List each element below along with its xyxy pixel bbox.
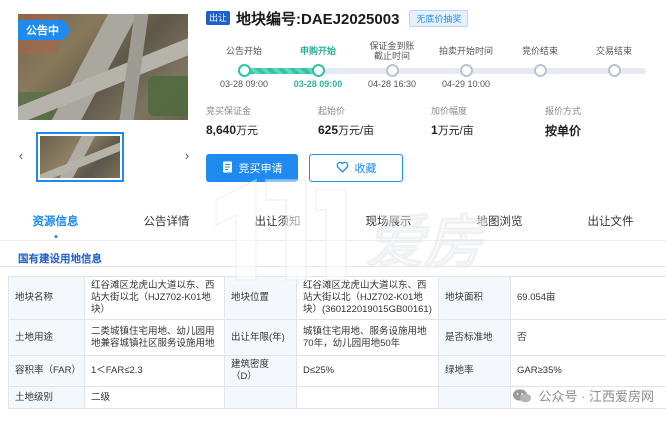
timeline-step-date: 04-29 10:00 [441,79,491,89]
timeline-step-label: 保证金到账 截止时间 [369,41,415,61]
tab-resource-info[interactable]: 资源信息 [0,210,111,240]
table-key-cell: 土地用途 [8,319,85,356]
lot-header: 出让 地块编号:DAEJ2025003 无底价抽奖 [206,9,469,28]
table-key-cell [438,386,511,409]
table-value-cell: 红谷滩区龙虎山大道以东、西站大街以北（HJZ702-K01地块） [84,276,225,320]
reserve-tag: 无底价抽奖 [409,9,469,27]
section-title: 国有建设用地信息 [18,253,102,265]
timeline-step-label: 拍卖开始时间 [438,46,493,56]
table-key-cell: 土地级别 [8,386,85,409]
start-price-unit: 万元/亩 [338,125,375,137]
stat-deposit: 竞买保证金 8,640万元 [206,104,258,138]
timeline-step-label: 交易结束 [595,46,632,56]
table-row: 地块名称 红谷滩区龙虎山大道以东、西站大街以北（HJZ702-K01地块） 地块位置… [8,276,666,320]
auction-timeline: 公告开始 03-28 09:00 申购开始 03-28 09:00 保证金到账 截止时间… [206,40,666,96]
table-key-cell: 绿地率 [438,355,511,387]
next-thumb-arrow-icon[interactable]: › [180,146,194,166]
table-value-cell: D≤25% [296,355,439,387]
apply-button-label: 竞买申请 [238,163,283,175]
table-value-cell: 二类城镇住宅用地、幼儿园用地兼容城镇社区服务设施用地 [84,319,225,356]
document-icon [222,161,233,176]
start-price-label: 起始价 [318,106,346,116]
wechat-watermark: 公众号 · 江西爱房网 [512,386,654,405]
deposit-label: 竞买保证金 [206,106,252,116]
stat-start-price: 起始价 625万元/亩 [318,104,374,138]
favorite-button-label: 收藏 [354,163,377,175]
table-value-cell: 否 [510,319,666,356]
increment-unit: 万元/亩 [437,125,474,137]
timeline-step-date: 03-28 09:00 [219,79,269,89]
timeline-track [238,68,646,74]
deposit-unit: 万元 [236,125,259,137]
timeline-step-date: 04-28 16:30 [367,79,417,89]
thumbnail-1[interactable] [36,132,124,182]
table-key-cell: 地块名称 [8,276,85,320]
timeline-step-node [311,64,325,77]
prev-thumb-arrow-icon[interactable]: ‹ [14,146,28,166]
table-value-cell: 城镇住宅用地、服务设施用地70年，幼儿园用地50年 [296,319,439,356]
table-row: 土地用途 二类城镇住宅用地、幼儿园用地兼容城镇社区服务设施用地 出让年限(年) 城镇住… [8,319,666,356]
timeline-step-node [607,64,621,77]
table-key-cell: 出让年限(年) [224,319,297,356]
table-value-cell: 1＜FAR≤2.3 [84,355,225,387]
quote-value: 按单价 [545,124,582,138]
timeline-step-node [237,64,251,77]
tab-map-browse[interactable]: 地图浏览 [444,210,555,240]
timeline-step-node [385,64,399,77]
increment-value: 1 [431,123,438,137]
table-key-cell: 地块位置 [224,276,297,320]
tab-site-display[interactable]: 现场展示 [333,210,444,240]
table-value-cell: 二级 [84,386,225,409]
heart-icon [336,161,349,176]
start-price-value: 625 [318,123,339,137]
thumbnail-strip: ‹ › [8,132,194,184]
deposit-value: 8,640 [206,123,237,137]
wechat-icon [512,388,532,404]
stat-increment: 加价幅度 1万元/亩 [431,104,474,138]
timeline-step-node [533,64,547,77]
table-key-cell: 建筑密度（D） [224,355,297,387]
table-value-cell: 红谷滩区龙虎山大道以东、西站大街以北（HJZ702-K01地块）(3601220… [296,276,439,320]
table-row: 容积率（FAR） 1＜FAR≤2.3 建筑密度（D） D≤25% 绿地率 GAR≥35% [8,355,666,387]
timeline-step-label: 竞价结束 [521,46,558,56]
table-key-cell [224,386,297,409]
detail-tabs: 资源信息 公告详情 出让须知 现场展示 地图浏览 出让文件 [0,210,666,240]
table-value-cell: GAR≥35% [510,355,666,387]
wechat-watermark-text: 公众号 · 江西爱房网 [538,389,654,404]
tab-announcement-detail[interactable]: 公告详情 [111,210,222,240]
main-photo[interactable]: 公告中 [18,14,188,120]
tab-transfer-files[interactable]: 出让文件 [555,210,666,240]
apply-button[interactable]: 竞买申请 [206,154,298,182]
status-tag: 出让 [206,11,231,25]
table-key-cell: 地块面积 [438,276,511,320]
quote-label: 报价方式 [545,106,582,116]
tab-transfer-notice[interactable]: 出让须知 [222,210,333,240]
table-value-cell: 69.054亩 [510,276,666,320]
timeline-step-label: 申购开始 [299,46,336,56]
table-key-cell: 是否标准地 [438,319,511,356]
lot-title: 地块编号:DAEJ2025003 [236,10,400,28]
stat-quote-method: 报价方式 按单价 [545,104,581,139]
section-divider [0,266,666,267]
timeline-step-date: 03-28 09:00 [293,79,343,89]
tabs-divider [0,240,666,241]
timeline-step-label: 公告开始 [225,46,262,56]
announcement-badge: 公告中 [18,20,69,40]
table-key-cell: 容积率（FAR） [8,355,85,387]
table-value-cell [296,386,439,409]
timeline-step-node [459,64,473,77]
increment-label: 加价幅度 [431,106,468,116]
favorite-button[interactable]: 收藏 [309,154,403,182]
